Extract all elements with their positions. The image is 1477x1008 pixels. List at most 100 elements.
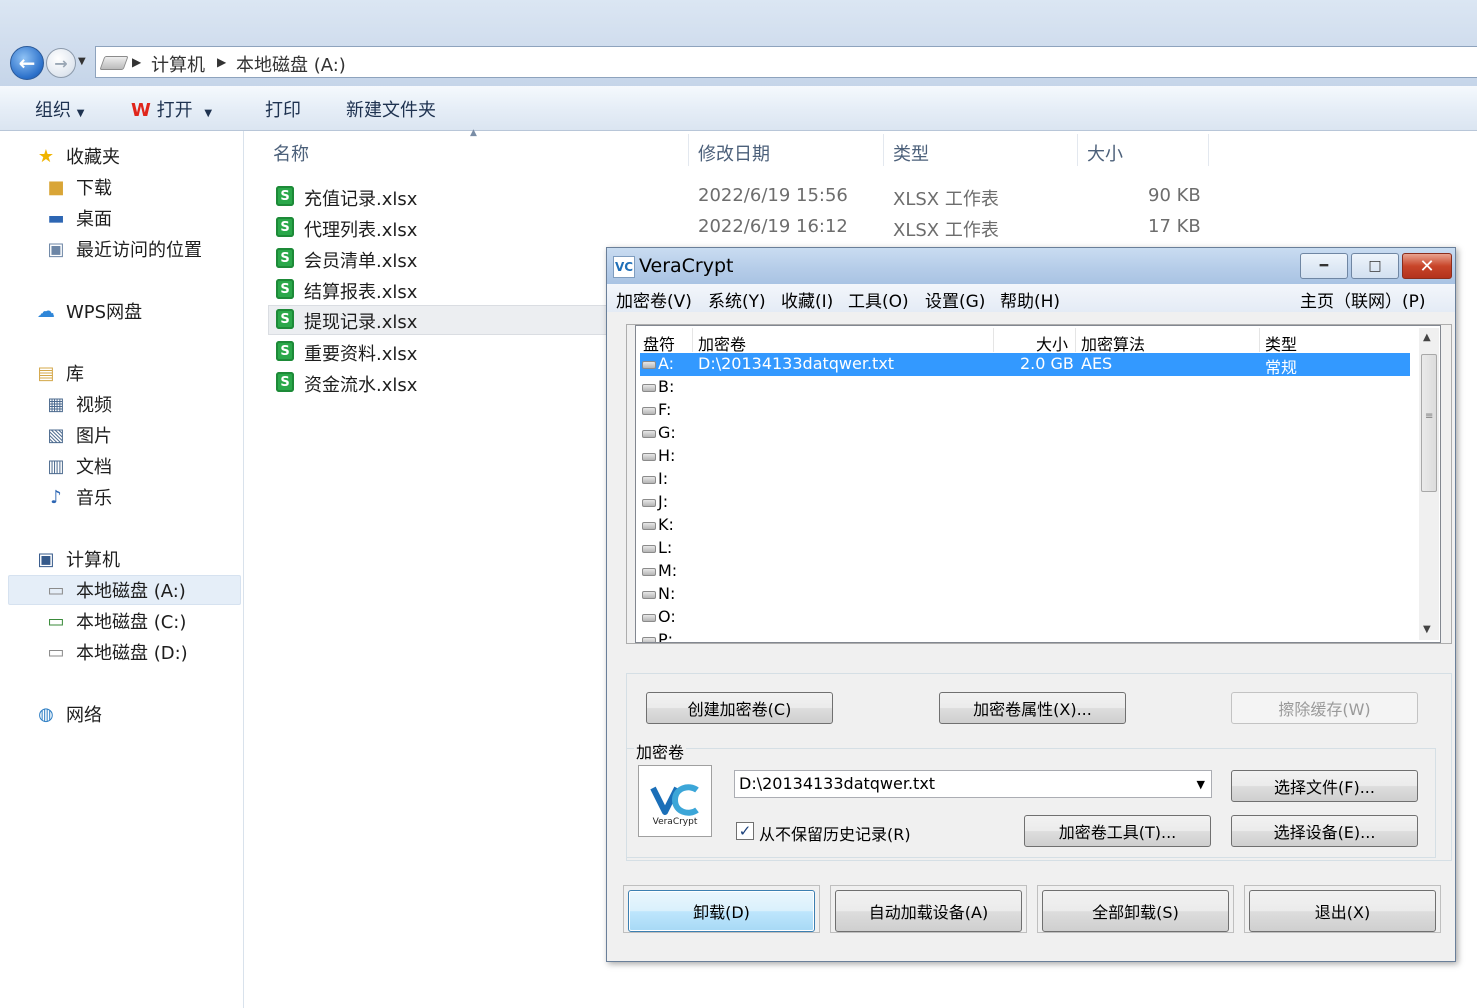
sidebar-item-network[interactable]: ◍ 网络 <box>34 699 102 729</box>
close-button[interactable]: ✕ <box>1402 253 1452 279</box>
drive-type: 常规 <box>1265 358 1298 377</box>
new-folder-button[interactable]: 新建文件夹 <box>346 96 436 122</box>
sidebar-item-libraries[interactable]: ▤ 库 <box>34 358 84 388</box>
column-divider[interactable] <box>692 328 693 352</box>
column-header-size[interactable]: 大小 <box>1087 140 1123 166</box>
list-header-size[interactable]: 大小 <box>1036 331 1068 355</box>
drive-row[interactable]: F: <box>640 399 1410 422</box>
sidebar-item-drive-d[interactable]: ▭ 本地磁盘 (D:) <box>44 637 187 667</box>
column-divider[interactable] <box>1208 134 1209 166</box>
dismount-button[interactable]: 卸载(D) <box>628 890 815 932</box>
select-file-button[interactable]: 选择文件(F)... <box>1231 770 1418 802</box>
dismount-all-button[interactable]: 全部卸载(S) <box>1042 890 1229 932</box>
drive-row[interactable]: L: <box>640 537 1410 560</box>
scrollbar-thumb[interactable]: ≡ <box>1421 354 1437 492</box>
menu-favorites[interactable]: 收藏(I) <box>781 287 833 312</box>
drive-row[interactable]: G: <box>640 422 1410 445</box>
sidebar-item-pictures[interactable]: ▧ 图片 <box>44 420 112 450</box>
drive-row[interactable]: B: <box>640 376 1410 399</box>
wipe-cache-button[interactable]: 擦除缓存(W) <box>1231 692 1418 724</box>
sidebar-item-desktop[interactable]: ▬ 桌面 <box>44 203 112 233</box>
file-row[interactable]: S 资金流水.xlsx <box>268 368 608 398</box>
open-button[interactable]: W 打开 ▼ <box>131 96 212 122</box>
breadcrumb-separator-icon[interactable]: ▶ <box>217 55 226 69</box>
drive-icon <box>642 637 656 642</box>
sidebar-item-drive-c[interactable]: ▭ 本地磁盘 (C:) <box>44 606 186 636</box>
sidebar-item-documents[interactable]: ▥ 文档 <box>44 451 112 481</box>
column-divider[interactable] <box>1077 134 1078 166</box>
file-modified: 2022/6/19 15:56 <box>698 185 848 206</box>
list-header-drive[interactable]: 盘符 <box>643 331 675 355</box>
history-dropdown-icon[interactable]: ▼ <box>78 56 90 68</box>
column-header-type[interactable]: 类型 <box>893 140 929 166</box>
breadcrumb-drive-a[interactable]: 本地磁盘 (A:) <box>236 51 346 77</box>
file-size: 90 KB <box>1148 185 1201 206</box>
drive-row[interactable]: N: <box>640 583 1410 606</box>
scroll-down-icon[interactable]: ▼ <box>1423 624 1431 635</box>
drive-row[interactable]: M: <box>640 560 1410 583</box>
breadcrumb-separator-icon[interactable]: ▶ <box>132 55 141 69</box>
file-row[interactable]: S 提现记录.xlsx <box>268 305 608 335</box>
menu-homepage[interactable]: 主页（联网）(P) <box>1300 287 1426 312</box>
file-row[interactable]: S 结算报表.xlsx <box>268 275 608 305</box>
list-header-type[interactable]: 类型 <box>1265 331 1297 355</box>
breadcrumb-computer[interactable]: 计算机 <box>151 51 205 77</box>
forward-button[interactable]: → <box>46 48 76 78</box>
sidebar-item-music[interactable]: ♪ 音乐 <box>44 482 112 512</box>
sidebar-item-videos[interactable]: ▦ 视频 <box>44 389 112 419</box>
minimize-button[interactable]: ━ <box>1300 253 1348 279</box>
drive-row[interactable]: A: D:\20134133datqwer.txt 2.0 GB AES 常规 <box>640 353 1410 377</box>
file-row[interactable]: S 充值记录.xlsx <box>268 182 608 212</box>
auto-mount-button[interactable]: 自动加载设备(A) <box>835 890 1022 932</box>
menu-help[interactable]: 帮助(H) <box>1000 287 1060 312</box>
vertical-scrollbar[interactable]: ▲ ≡ ▼ <box>1419 328 1439 640</box>
file-row[interactable]: S 重要资料.xlsx <box>268 337 608 367</box>
file-name: 充值记录.xlsx <box>304 189 418 210</box>
never-save-history-label[interactable]: 从不保留历史记录(R) <box>759 821 911 845</box>
maximize-button[interactable]: □ <box>1351 253 1399 279</box>
print-button[interactable]: 打印 <box>265 96 301 122</box>
menu-settings[interactable]: 设置(G) <box>925 287 985 312</box>
column-divider[interactable] <box>1259 328 1260 352</box>
drive-row[interactable]: J: <box>640 491 1410 514</box>
file-row[interactable]: S 代理列表.xlsx <box>268 213 608 243</box>
never-save-history-checkbox[interactable]: ✓ <box>736 822 754 840</box>
organize-button[interactable]: 组织 ▼ <box>35 96 84 122</box>
sidebar-item-downloads[interactable]: ■ 下载 <box>44 172 112 202</box>
select-device-button[interactable]: 选择设备(E)... <box>1231 815 1418 847</box>
drive-row[interactable]: O: <box>640 606 1410 629</box>
column-divider[interactable] <box>883 134 884 166</box>
chevron-down-icon[interactable]: ▼ <box>1197 778 1205 791</box>
drive-row[interactable]: H: <box>640 445 1410 468</box>
sidebar-item-drive-a[interactable]: ▭ 本地磁盘 (A:) <box>44 575 185 605</box>
volume-tools-button[interactable]: 加密卷工具(T)... <box>1024 815 1211 847</box>
address-box[interactable]: ▶ 计算机 ▶ 本地磁盘 (A:) <box>95 46 1477 78</box>
exit-button[interactable]: 退出(X) <box>1249 890 1436 932</box>
volume-properties-button[interactable]: 加密卷属性(X)... <box>939 692 1126 724</box>
file-row[interactable]: S 会员清单.xlsx <box>268 244 608 274</box>
sidebar-item-computer[interactable]: ▣ 计算机 <box>34 544 120 574</box>
drive-row[interactable]: P: <box>640 629 1410 642</box>
volume-path-combobox[interactable]: D:\20134133datqwer.txt ▼ <box>734 770 1212 798</box>
back-button[interactable]: ← <box>10 46 44 80</box>
scroll-up-icon[interactable]: ▲ <box>1423 332 1431 343</box>
column-divider[interactable] <box>1075 328 1076 352</box>
list-header-algorithm[interactable]: 加密算法 <box>1081 331 1145 355</box>
title-bar[interactable]: VC VeraCrypt ━ □ ✕ <box>607 248 1455 284</box>
create-volume-button[interactable]: 创建加密卷(C) <box>646 692 833 724</box>
column-header-name[interactable]: 名称 <box>273 140 309 166</box>
menu-tools[interactable]: 工具(O) <box>848 287 909 312</box>
column-divider[interactable] <box>993 328 994 352</box>
drive-list[interactable]: 盘符 加密卷 大小 加密算法 类型 A: D:\20134133datqwer.… <box>635 325 1441 643</box>
menu-system[interactable]: 系统(Y) <box>708 287 766 312</box>
drive-row[interactable]: I: <box>640 468 1410 491</box>
column-divider[interactable] <box>688 134 689 166</box>
sidebar-item-recent[interactable]: ▣ 最近访问的位置 <box>44 234 202 264</box>
sidebar-item-wps-cloud[interactable]: ☁ WPS网盘 <box>34 296 142 326</box>
column-header-modified[interactable]: 修改日期 <box>698 140 770 166</box>
list-header-volume[interactable]: 加密卷 <box>698 331 746 355</box>
sidebar-item-favorites[interactable]: ★ 收藏夹 <box>34 141 120 171</box>
menu-volumes[interactable]: 加密卷(V) <box>616 287 692 312</box>
spreadsheet-icon: S <box>276 248 294 268</box>
drive-row[interactable]: K: <box>640 514 1410 537</box>
